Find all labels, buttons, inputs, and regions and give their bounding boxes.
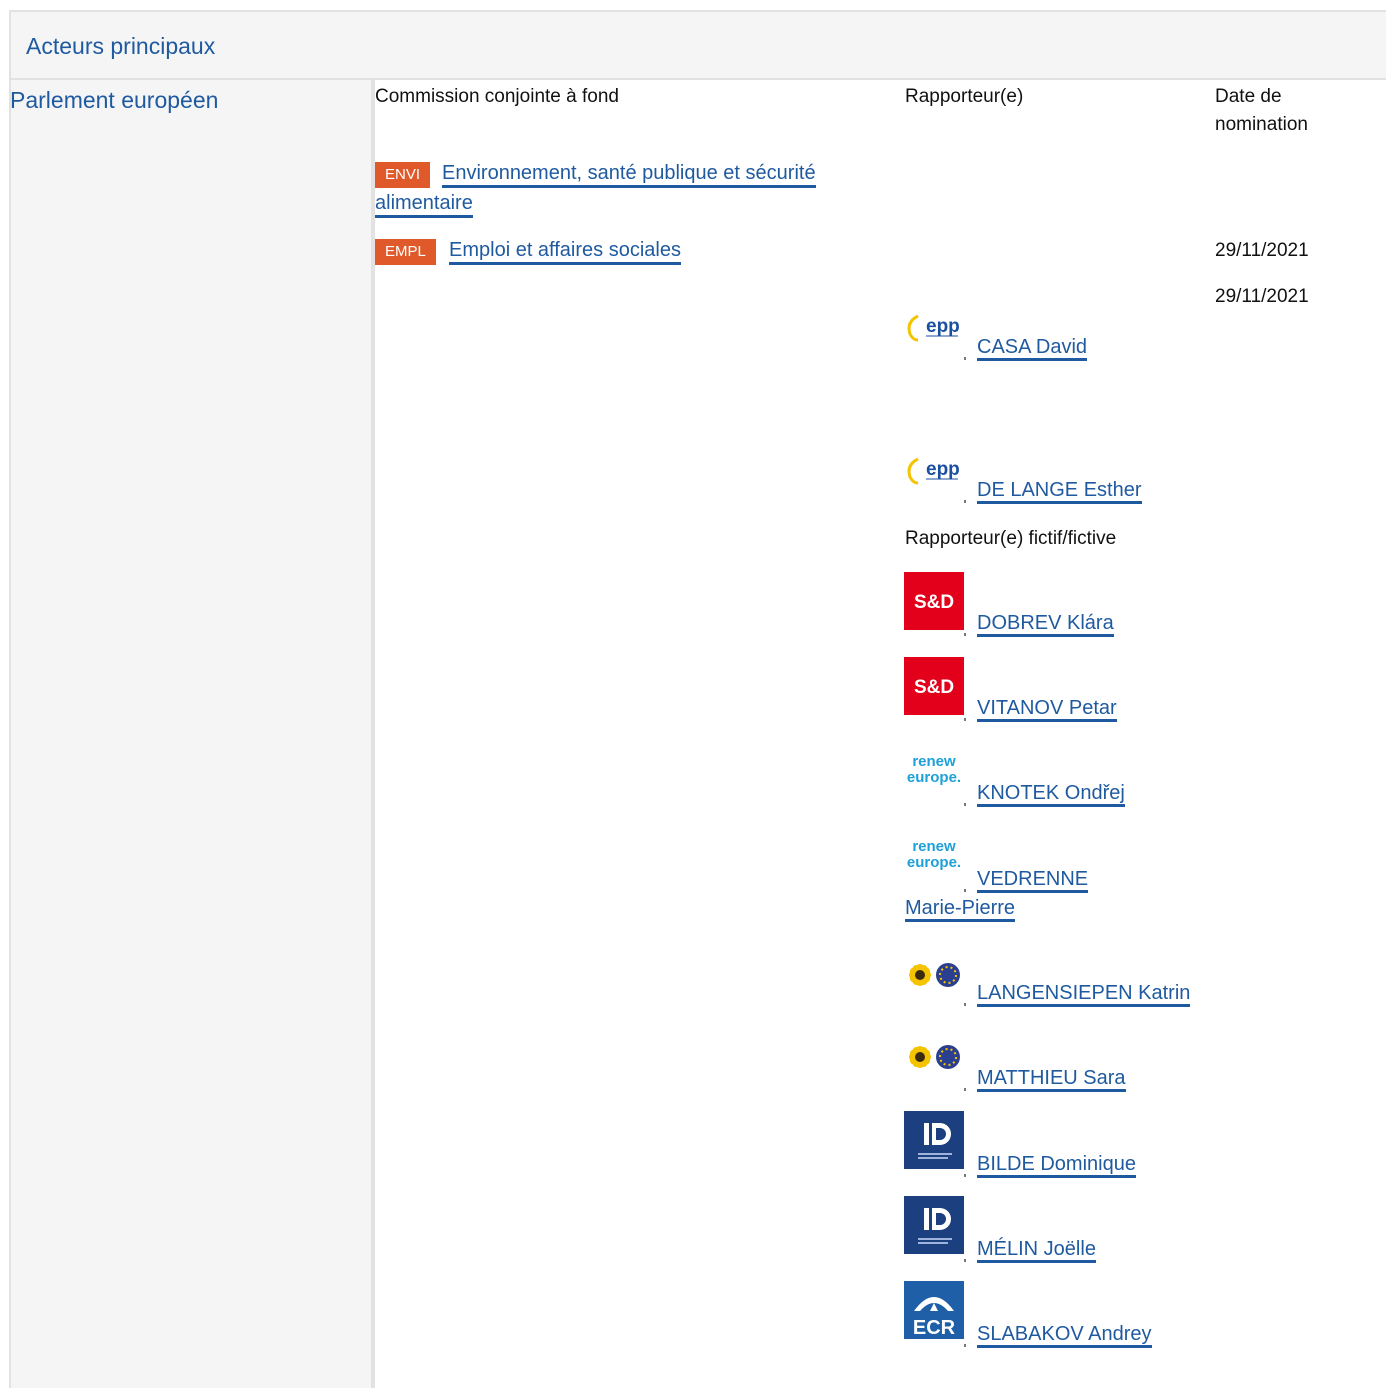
svg-text:S&D: S&D xyxy=(914,592,954,613)
greens-efa-logo-icon xyxy=(904,1025,964,1083)
institution-column xyxy=(11,80,371,1388)
member-name: SLABAKOV Andrey xyxy=(977,1323,1152,1348)
sd-logo-icon: S&D xyxy=(904,657,964,715)
greens-efa-logo-icon xyxy=(904,943,964,1001)
member-name: KNOTEK Ondřej xyxy=(977,782,1125,807)
member-name: VEDRENNE Marie-Pierre xyxy=(905,868,1089,922)
svg-text:renew: renew xyxy=(912,753,956,770)
member-link[interactable]: BILDE Dominique xyxy=(977,1150,1136,1179)
svg-text:renew: renew xyxy=(912,838,956,855)
institution-name: Parlement européen xyxy=(10,87,219,113)
separator-dot xyxy=(964,803,966,806)
committee-link-empl[interactable]: Emploi et affaires sociales xyxy=(449,235,681,265)
svg-text:ECR: ECR xyxy=(913,1317,956,1339)
svg-text:epp: epp xyxy=(926,316,960,337)
id-logo-icon xyxy=(904,1196,964,1254)
member-link[interactable]: MATTHIEU Sara xyxy=(977,1064,1126,1093)
committee-column-header: Commission conjointe à fond xyxy=(375,86,619,107)
separator-dot xyxy=(964,1088,966,1091)
separator-dot xyxy=(964,718,966,721)
member-name: LANGENSIEPEN Katrin xyxy=(977,982,1191,1007)
member-name: DE LANGE Esther xyxy=(977,479,1142,504)
member-name: BILDE Dominique xyxy=(977,1153,1136,1178)
section-header xyxy=(11,12,1386,80)
renew-europe-logo-icon: renew europe. xyxy=(904,742,964,800)
rapporteur-column-header: Rapporteur(e) xyxy=(905,86,1024,107)
member-link[interactable]: SLABAKOV Andrey xyxy=(977,1320,1152,1349)
separator-dot xyxy=(964,1003,966,1006)
column-divider xyxy=(371,80,375,1388)
committee-name-empl: Emploi et affaires sociales xyxy=(449,239,681,265)
member-name: MÉLIN Joëlle xyxy=(977,1238,1096,1263)
svg-text:S&D: S&D xyxy=(914,677,954,698)
member-link[interactable]: VITANOV Petar xyxy=(977,694,1117,723)
member-name: CASA David xyxy=(977,336,1088,361)
committee-link-envi[interactable]: Environnement, santé publique et sécurit… xyxy=(375,158,865,218)
member-link[interactable]: DE LANGE Esther xyxy=(977,476,1142,505)
ecr-logo-icon: ECR xyxy=(904,1281,964,1339)
member-name: VITANOV Petar xyxy=(977,697,1117,722)
member-link[interactable]: LANGENSIEPEN Katrin xyxy=(977,979,1191,1008)
epp-logo-icon: epp xyxy=(904,296,964,354)
separator-dot xyxy=(964,633,966,636)
separator-dot xyxy=(964,1344,966,1347)
member-name: DOBREV Klára xyxy=(977,612,1114,637)
member-link[interactable]: DOBREV Klára xyxy=(977,609,1114,638)
shadow-rapporteur-heading: Rapporteur(e) fictif/fictive xyxy=(905,528,1117,549)
separator-dot xyxy=(964,500,966,503)
separator-dot xyxy=(964,357,966,360)
id-logo-icon xyxy=(904,1111,964,1169)
member-name: MATTHIEU Sara xyxy=(977,1067,1126,1092)
date-column-header: Date de nomination xyxy=(1215,86,1308,135)
epp-logo-icon: epp xyxy=(904,439,964,497)
committee-date-empl: 29/11/2021 xyxy=(1215,240,1309,261)
committee-name-envi: Environnement, santé publique et sécurit… xyxy=(375,162,816,218)
member-link[interactable]: KNOTEK Ondřej xyxy=(977,779,1125,808)
separator-dot xyxy=(964,1174,966,1177)
committee-badge-empl: EMPL xyxy=(375,239,436,265)
separator-dot xyxy=(964,1259,966,1262)
section-title: Acteurs principaux xyxy=(26,33,216,59)
rapporteur-date: 29/11/2021 xyxy=(1215,286,1309,307)
svg-text:europe.: europe. xyxy=(907,769,961,786)
member-link[interactable]: VEDRENNE Marie-Pierre xyxy=(905,865,1135,923)
member-link[interactable]: MÉLIN Joëlle xyxy=(977,1235,1096,1264)
sd-logo-icon: S&D xyxy=(904,572,964,630)
member-link[interactable]: CASA David xyxy=(977,333,1088,362)
svg-text:epp: epp xyxy=(926,459,960,480)
